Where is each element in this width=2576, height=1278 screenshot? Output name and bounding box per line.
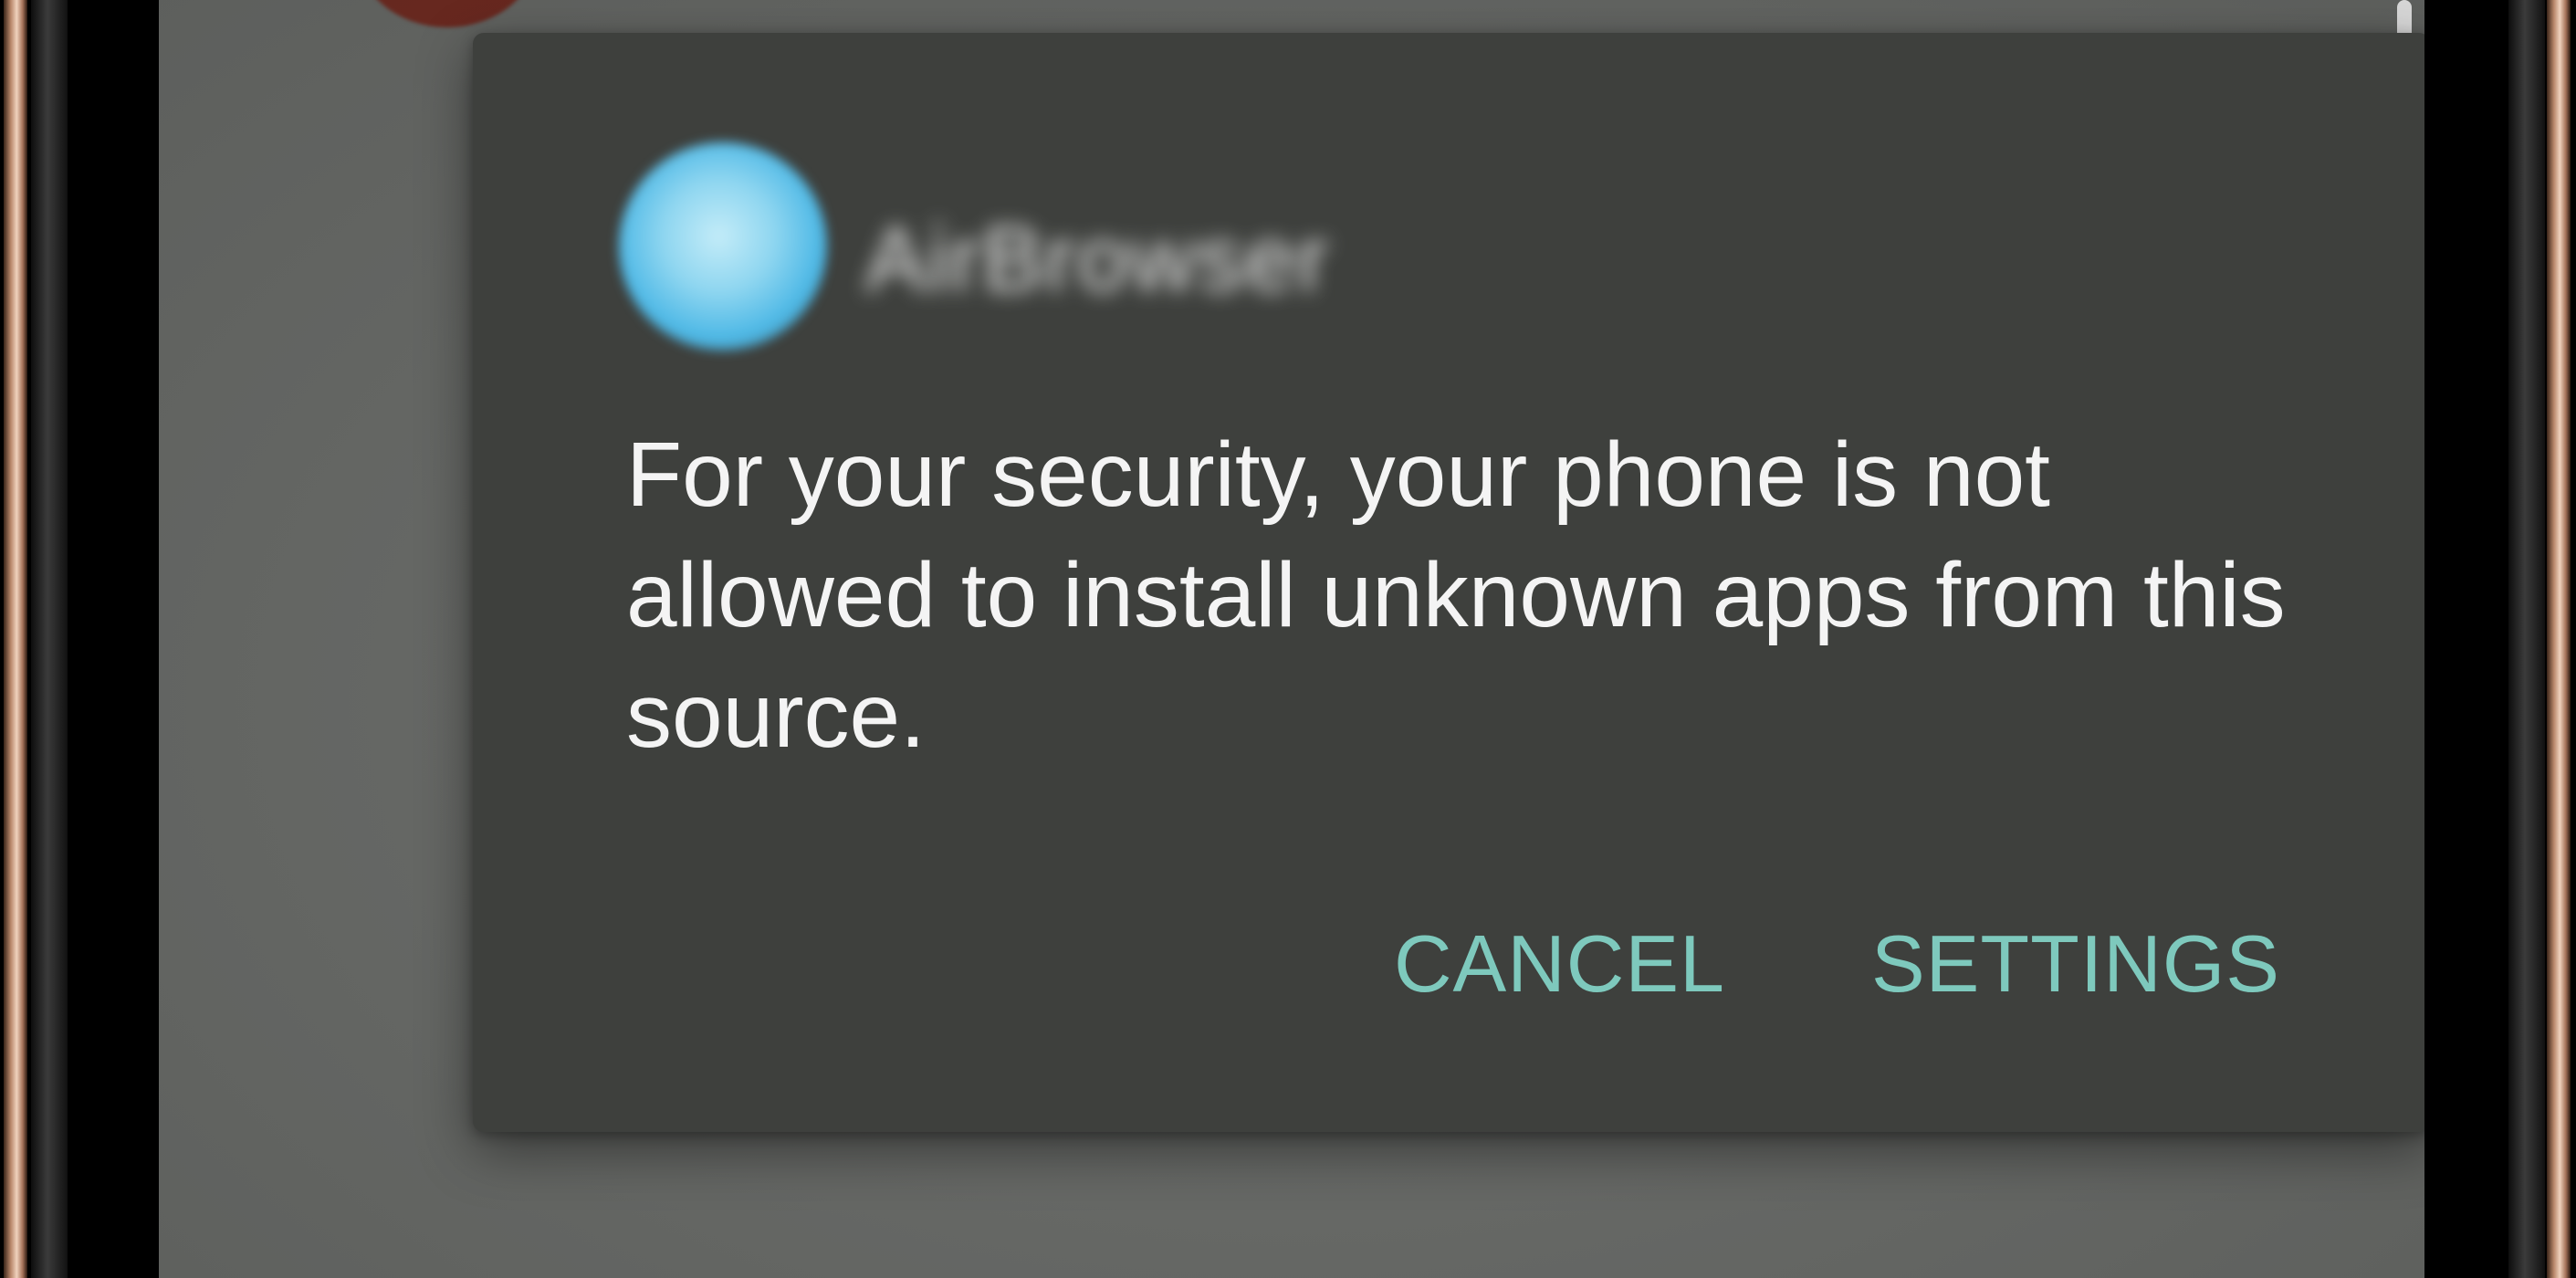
device-bezel-inner-left (68, 0, 159, 1278)
install-blocked-dialog: AirBrowser For your security, your phone… (473, 33, 2424, 1132)
dialog-header: AirBrowser (619, 142, 1897, 352)
device-bezel-left (31, 0, 68, 1278)
settings-button[interactable]: SETTINGS (1871, 900, 2280, 1028)
phone-screen: AirBrowser For your security, your phone… (159, 0, 2424, 1278)
dialog-actions: CANCEL SETTINGS (1394, 900, 2280, 1028)
dialog-message: For your security, your phone is not all… (626, 424, 2286, 767)
device-frame-left (4, 0, 27, 1278)
device-bezel-inner-right (2424, 0, 2508, 1278)
app-name: AirBrowser (865, 208, 1330, 310)
cancel-button[interactable]: CANCEL (1394, 900, 1725, 1028)
device-bezel-right (2508, 0, 2545, 1278)
device-frame-right (2547, 0, 2571, 1278)
app-icon (619, 142, 827, 351)
